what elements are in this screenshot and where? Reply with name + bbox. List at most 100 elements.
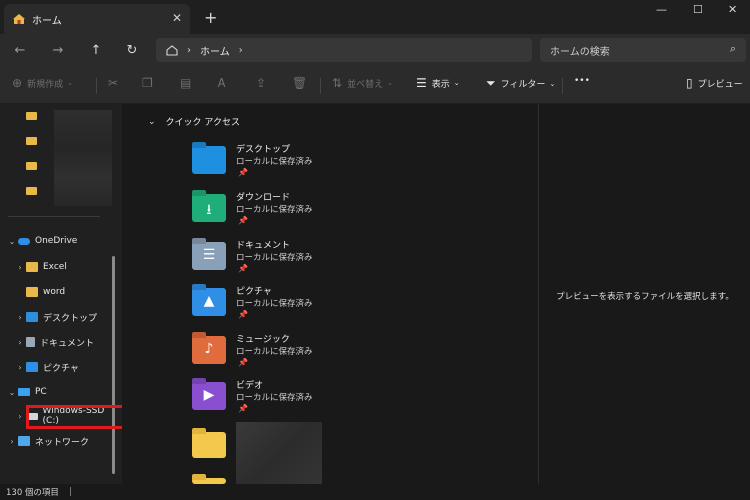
sidebar-item-label: word [43,287,66,297]
maximize-button[interactable]: ☐ [693,3,703,16]
new-label: 新規作成 [27,79,64,90]
folder-icon[interactable] [26,187,37,195]
pin-icon: 📌 [238,168,248,177]
pin-icon: 📌 [238,358,248,367]
search-icon: ⌕ [729,42,736,55]
sidebar-item-word[interactable]: word [0,281,122,303]
desktop-folder-icon [192,146,226,174]
share-icon[interactable]: ⇪ [256,76,271,90]
paste-icon[interactable]: ▤ [180,76,196,90]
home-icon [13,14,25,24]
music-folder-icon: ♪ [192,336,226,364]
sort-icon: ⇅ [332,76,343,90]
search-input[interactable]: ホームの検索 ⌕ [540,38,746,62]
copy-icon[interactable]: ❐ [142,76,158,90]
pin-icon: 📌 [238,264,248,273]
sidebar-item-label: OneDrive [35,236,78,246]
folder-icon[interactable] [192,428,226,458]
highlight-box [26,405,125,429]
sidebar-item-pc[interactable]: ⌄ PC [0,381,122,403]
breadcrumb-home[interactable]: ホーム [200,43,230,58]
rename-icon[interactable]: Ꭺ [218,76,231,91]
close-window-button[interactable]: ✕ [728,3,737,16]
chevron-right-icon[interactable]: › [14,313,26,322]
quick-access-downloads[interactable]: ⭳ ダウンロード ローカルに保存済み 📌 [192,190,392,234]
quick-access-header[interactable]: ⌄ クイック アクセス [148,115,240,129]
divider [320,78,321,94]
chevron-down-icon: ⌄ [67,79,73,87]
folder-icon [26,287,38,297]
sidebar-item-label: PC [35,387,47,397]
view-button[interactable]: ☰ 表示 ⌄ [416,76,460,90]
chevron-right-icon[interactable]: › [14,412,26,421]
folder-icon [26,262,38,272]
tab-home[interactable]: ホーム ✕ [4,4,190,34]
chevron-down-icon[interactable]: ⌄ [6,237,18,246]
chevron-right-icon[interactable]: › [6,437,18,446]
sidebar-item-onedrive[interactable]: ⌄ OneDrive [0,230,122,252]
quick-access-videos[interactable]: ▶ ビデオ ローカルに保存済み 📌 [192,378,392,422]
computer-icon [18,388,30,396]
quick-access-music[interactable]: ♪ ミュージック ローカルに保存済み 📌 [192,332,392,376]
more-options-button[interactable]: ••• [574,76,590,86]
chevron-right-icon[interactable]: › [239,45,243,56]
address-row: ← → ↑ ↻ › ホーム › ホームの検索 ⌕ [0,34,750,66]
sidebar-item-label: ネットワーク [35,437,90,448]
preview-pane-icon: ▯ [686,76,693,90]
folder-icon[interactable] [26,162,37,170]
status-bar: 130 個の項目 | [0,484,750,500]
chevron-down-icon: ⌄ [453,79,460,87]
delete-icon[interactable]: 🗑 [292,76,312,90]
forward-button[interactable]: → [48,40,68,60]
chevron-down-icon: ⌄ [148,116,156,127]
sidebar-item-excel[interactable]: › Excel [0,256,122,278]
downloads-folder-icon: ⭳ [192,194,226,222]
new-tab-button[interactable]: + [204,8,217,27]
sidebar-item-desktop[interactable]: › デスクトップ [0,306,122,328]
minimize-button[interactable]: — [656,3,667,16]
item-name: ビデオ [236,381,264,391]
view-label: 表示 [431,79,450,90]
scrollbar[interactable] [112,256,115,474]
tab-title: ホーム [32,15,62,27]
documents-folder-icon [26,337,35,347]
up-button[interactable]: ↑ [86,40,106,60]
folder-icon[interactable] [26,137,37,145]
filter-button[interactable]: ⏷ フィルター ⌄ [486,76,555,91]
sort-button[interactable]: ⇅ 並べ替え ⌄ [332,76,393,90]
status-separator: | [68,487,72,497]
item-status: ローカルに保存済み [236,299,313,309]
tab-close-button[interactable]: ✕ [172,11,182,25]
sidebar-item-network[interactable]: › ネットワーク [0,430,122,452]
chevron-down-icon[interactable]: ⌄ [6,388,18,397]
pictures-folder-icon [26,362,38,372]
documents-folder-icon: ☰ [192,242,226,270]
sidebar-item-pictures[interactable]: › ピクチャ [0,356,122,378]
sidebar-item-label: ドキュメント [40,338,95,349]
sidebar-item-label: Excel [43,262,67,272]
preview-pane: プレビューを表示するファイルを選択します。 [538,104,750,484]
search-placeholder: ホームの検索 [550,46,610,58]
home-icon [166,44,178,56]
item-name: ピクチャ [236,287,272,297]
refresh-button[interactable]: ↻ [122,40,142,60]
quick-access-pictures[interactable]: ▲ ピクチャ ローカルに保存済み 📌 [192,284,392,328]
sidebar-item-documents[interactable]: › ドキュメント [0,331,122,353]
item-name: ダウンロード [236,193,291,203]
blurred-region [54,110,112,206]
pictures-folder-icon: ▲ [192,288,226,316]
folder-icon[interactable] [26,112,37,120]
videos-folder-icon: ▶ [192,382,226,410]
item-name: デスクトップ [236,145,291,155]
new-button[interactable]: ⊕ 新規作成 ⌄ [12,76,73,90]
address-bar[interactable]: › ホーム › [156,38,532,62]
back-button[interactable]: ← [10,40,30,60]
cut-icon[interactable]: ✂ [108,76,123,90]
preview-pane-button[interactable]: ▯ プレビュー [686,76,743,90]
chevron-right-icon[interactable]: › [14,363,26,372]
quick-access-documents[interactable]: ☰ ドキュメント ローカルに保存済み 📌 [192,238,392,282]
quick-access-desktop[interactable]: デスクトップ ローカルに保存済み 📌 [192,142,392,186]
chevron-right-icon[interactable]: › [14,263,26,272]
chevron-right-icon[interactable]: › [14,338,26,347]
network-icon [18,436,30,446]
